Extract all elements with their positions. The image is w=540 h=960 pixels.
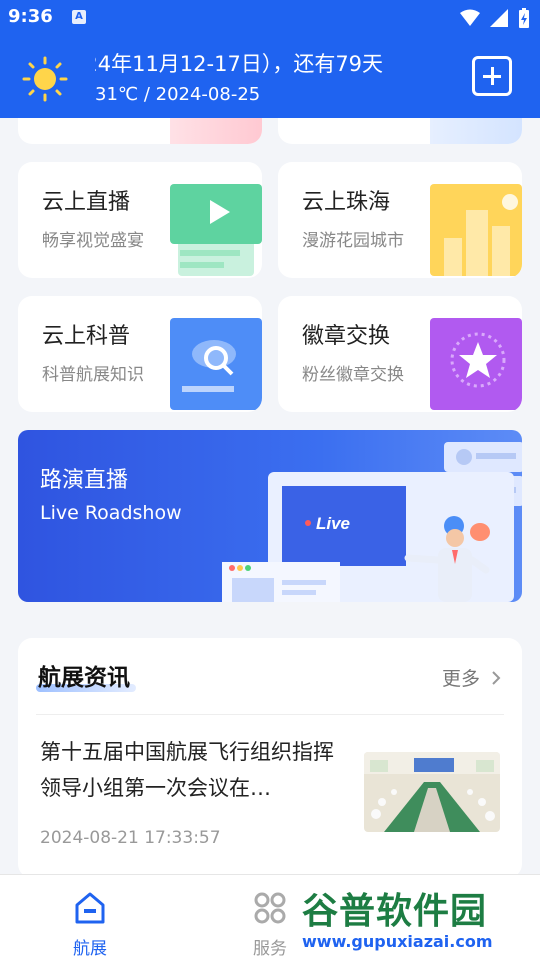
- chevron-right-icon: [492, 671, 501, 685]
- battery-icon: [519, 8, 529, 28]
- watermark-brand: 谷普软件园: [302, 891, 488, 932]
- more-label: 更多: [441, 668, 480, 690]
- scrolled-card-left[interactable]: [18, 118, 262, 144]
- countdown-text: 024年11月12-17日），还有79天: [95, 52, 384, 76]
- card-subtitle: 粉丝徽章交换: [302, 365, 404, 385]
- video-player-icon: [170, 184, 262, 276]
- card-title: 徽章交换: [302, 324, 391, 349]
- city-buildings-icon: [430, 184, 522, 276]
- add-button[interactable]: [472, 56, 512, 96]
- presenter-illustration: Live: [222, 442, 522, 602]
- news-thumbnail: [364, 752, 500, 832]
- status-bar: 9:36 A: [0, 0, 540, 36]
- card-title: 云上直播: [42, 190, 131, 215]
- watermark-url: www.gupuxiazai.com: [302, 932, 493, 951]
- grid-icon: [254, 892, 286, 924]
- sun-icon: [22, 56, 68, 102]
- tab-airshow[interactable]: 航展: [50, 891, 130, 959]
- card-cloud-science[interactable]: 云上科普 科普航展知识: [18, 296, 262, 412]
- star-badge-icon: [430, 318, 522, 410]
- more-link[interactable]: 更多: [442, 664, 502, 691]
- news-title: 第十五届中国航展飞行组织指挥领导小组第一次会议在…: [40, 740, 334, 800]
- card-subtitle: 漫游花园城市: [302, 231, 404, 251]
- card-title: 云上科普: [42, 324, 131, 349]
- news-time: 2024-08-21 17:33:57: [40, 828, 221, 848]
- live-screen-text: Live: [316, 514, 350, 533]
- airshow-news-section: 航展资讯 更多 第十五届中国航展飞行组织指挥领导小组第一次会议在… 2024-0…: [18, 638, 522, 878]
- card-cloud-zhuhai[interactable]: 云上珠海 漫游花园城市: [278, 162, 522, 278]
- divider: [36, 714, 504, 715]
- news-heading: 航展资讯: [38, 665, 130, 691]
- scrolled-card-right[interactable]: [278, 118, 522, 144]
- card-subtitle: 科普航展知识: [42, 365, 144, 385]
- signal-icon: [490, 9, 508, 27]
- notification-indicator: A: [72, 10, 86, 24]
- banner-title: 路演直播: [40, 468, 129, 493]
- card-title: 云上珠海: [302, 190, 391, 215]
- roadshow-live-banner[interactable]: 路演直播 Live Roadshow Live: [18, 430, 522, 602]
- card-subtitle: 畅享视觉盛宴: [42, 231, 144, 251]
- cloud-search-icon: [170, 318, 262, 410]
- banner-subtitle: Live Roadshow: [40, 502, 182, 524]
- app-header: 9:36 A 024年11月12-17日），还有79天 31℃ / 2024-0…: [0, 0, 540, 118]
- tab-label: 航展: [73, 939, 107, 959]
- wifi-icon: [460, 9, 480, 26]
- status-icons: [460, 8, 530, 28]
- site-watermark: 谷普软件园 www.gupuxiazai.com: [296, 876, 540, 960]
- card-badge-exchange[interactable]: 徽章交换 粉丝徽章交换: [278, 296, 522, 412]
- status-time: 9:36: [8, 6, 53, 27]
- countdown-ticker: 024年11月12-17日），还有79天: [95, 46, 435, 80]
- card-cloud-live[interactable]: 云上直播 畅享视觉盛宴: [18, 162, 262, 278]
- home-icon: [75, 892, 105, 924]
- weather-temp-date: 31℃ / 2024-08-25: [95, 84, 261, 105]
